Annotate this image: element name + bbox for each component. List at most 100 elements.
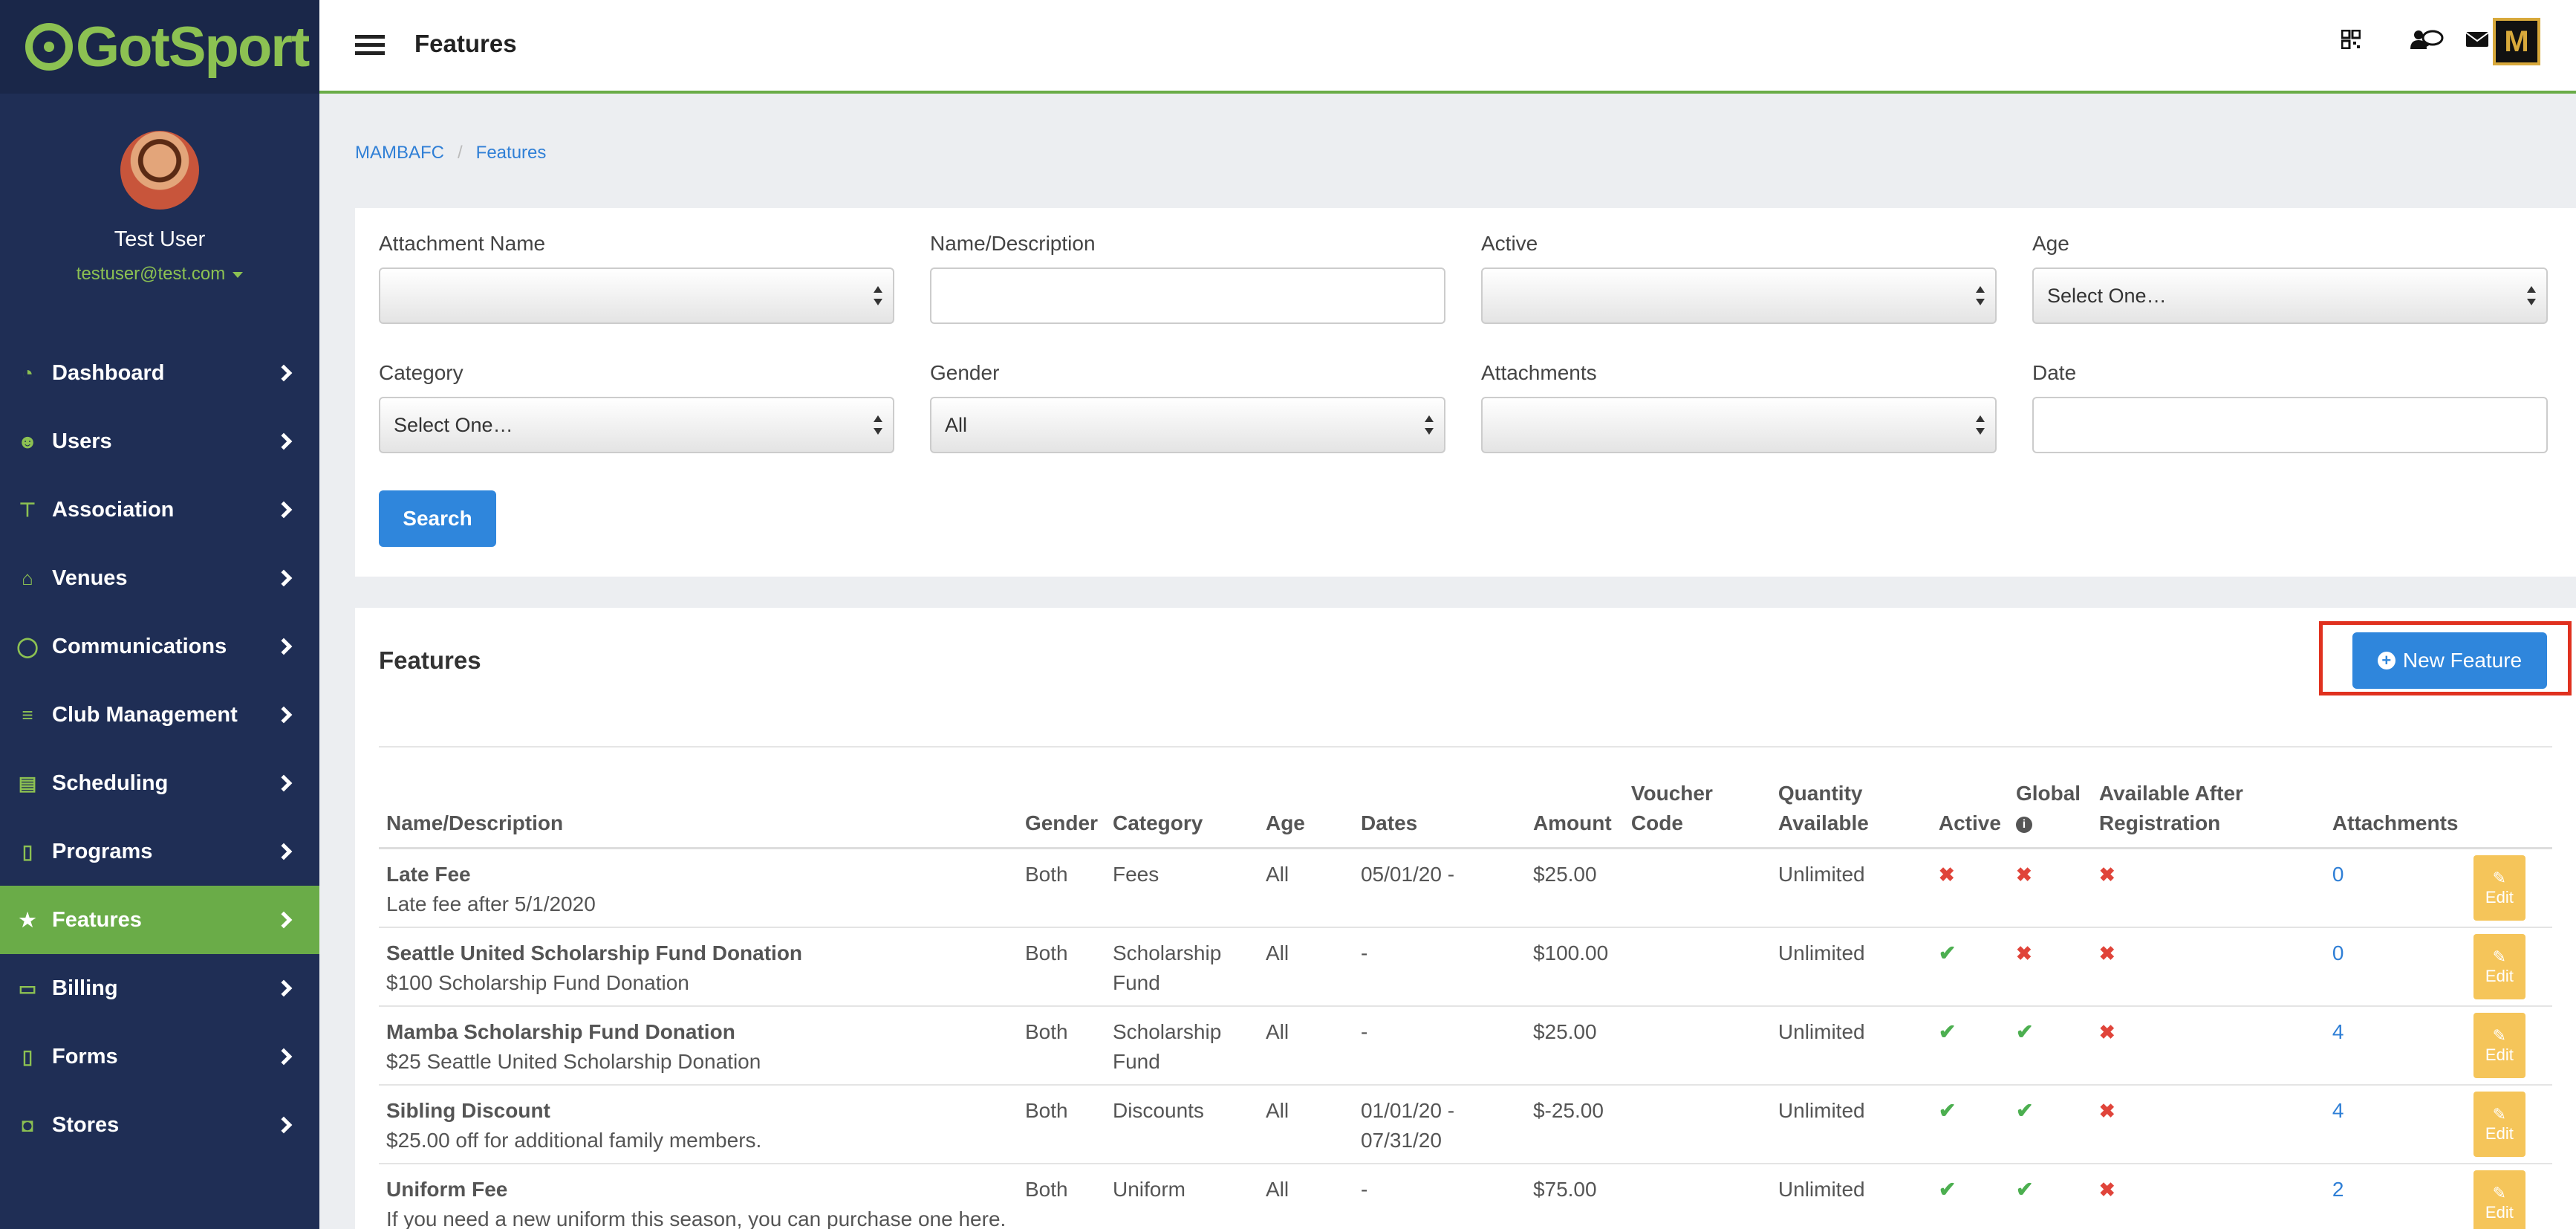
sidebar-item-stores[interactable]: ◘ Stores — [0, 1091, 319, 1159]
features-panel: Features + New Feature Name/Description G… — [355, 608, 2576, 1229]
col-quantity-available[interactable]: Quantity Available — [1770, 779, 1931, 849]
edit-button[interactable]: ✎ Edit — [2473, 933, 2525, 999]
cell-actions: ✎ Edit — [2465, 848, 2552, 928]
info-icon[interactable]: i — [2015, 816, 2032, 833]
check-icon: ✔ — [2015, 1098, 2034, 1122]
date-input[interactable] — [2032, 397, 2548, 453]
col-available-after-registration[interactable]: Available After Registration — [2091, 779, 2325, 849]
users-icon: ☻ — [17, 429, 38, 453]
hamburger-menu-icon[interactable] — [355, 35, 385, 56]
attachments-link[interactable]: 0 — [2332, 941, 2344, 964]
x-icon: ✖ — [2098, 1099, 2115, 1122]
active-select[interactable] — [1481, 267, 1997, 324]
cell-amount: $25.00 — [1525, 1005, 1624, 1086]
col-voucher-code[interactable]: Voucher Code — [1623, 779, 1771, 849]
chevron-right-icon — [275, 706, 293, 724]
document-icon: ▯ — [22, 1045, 33, 1068]
check-icon: ✔ — [1938, 1019, 1957, 1043]
breadcrumb: MAMBAFC / Features — [355, 143, 547, 163]
x-icon: ✖ — [2015, 941, 2032, 964]
category-select[interactable]: Select One… — [379, 397, 894, 453]
category-field: Category Select One… — [379, 361, 894, 453]
chat-icon[interactable] — [2421, 30, 2444, 54]
date-field: Date — [2032, 361, 2548, 453]
logo[interactable]: GotSport — [0, 0, 319, 94]
check-icon: ✔ — [2015, 1177, 2034, 1201]
star-icon: ★ — [19, 908, 36, 931]
sidebar-item-venues[interactable]: ⌂ Venues — [0, 544, 319, 612]
cell-active: ✔ — [1931, 1084, 2009, 1164]
cell-amount: $100.00 — [1525, 927, 1624, 1007]
select-arrows-icon — [2527, 286, 2536, 305]
edit-button[interactable]: ✎ Edit — [2473, 1170, 2525, 1229]
topbar: Features 25 M — [319, 0, 2576, 94]
cell-available-after: ✖ — [2091, 1084, 2325, 1164]
cell-category: Discounts — [1105, 1084, 1258, 1164]
sidebar-nav: ◔ Dashboard ☻ Users ⊤ Association ⌂ Venues ◯ Comm… — [0, 339, 319, 1159]
edit-label: Edit — [2485, 1123, 2514, 1143]
profile-name: Test User — [114, 227, 206, 251]
sidebar-item-label: Forms — [52, 1044, 118, 1069]
cell-actions: ✎ Edit — [2465, 927, 2552, 1007]
edit-button[interactable]: ✎ Edit — [2473, 1091, 2525, 1157]
col-global[interactable]: Global i — [2008, 779, 2092, 849]
sidebar-item-label: Billing — [52, 976, 118, 1000]
col-attachments[interactable]: Attachments — [2324, 779, 2466, 849]
attachments-link[interactable]: 0 — [2332, 863, 2344, 886]
edit-button[interactable]: ✎ Edit — [2473, 1012, 2525, 1078]
col-dates[interactable]: Dates — [1353, 779, 1526, 849]
sidebar-item-billing[interactable]: ▭ Billing — [0, 954, 319, 1022]
profile-email: testuser@test.com — [76, 264, 226, 284]
sidebar-item-association[interactable]: ⊤ Association — [0, 476, 319, 544]
sidebar-item-dashboard[interactable]: ◔ Dashboard — [0, 339, 319, 407]
col-category[interactable]: Category — [1105, 779, 1258, 849]
sidebar-item-forms[interactable]: ▯ Forms — [0, 1022, 319, 1091]
sidebar-item-programs[interactable]: ▯ Programs — [0, 817, 319, 886]
cell-gender: Both — [1017, 848, 1105, 928]
attachments-link[interactable]: 4 — [2332, 1099, 2344, 1122]
qrcode-icon[interactable] — [2341, 29, 2361, 54]
attachments-link[interactable]: 4 — [2332, 1020, 2344, 1043]
col-age[interactable]: Age — [1258, 779, 1353, 849]
cell-available-after: ✖ — [2091, 1163, 2325, 1229]
search-button[interactable]: Search — [379, 490, 496, 547]
chevron-right-icon — [275, 1048, 293, 1066]
profile-email-dropdown[interactable]: testuser@test.com — [0, 264, 319, 285]
name-description-input[interactable] — [930, 267, 1445, 324]
edit-button[interactable]: ✎ Edit — [2473, 855, 2525, 921]
list-icon: ≡ — [22, 703, 33, 726]
attachments-link[interactable]: 2 — [2332, 1178, 2344, 1201]
pencil-icon: ✎ — [2492, 1183, 2507, 1202]
col-gender[interactable]: Gender — [1017, 779, 1105, 849]
sidebar-item-communications[interactable]: ◯ Communications — [0, 612, 319, 681]
gender-select[interactable]: All — [930, 397, 1445, 453]
col-amount[interactable]: Amount — [1525, 779, 1624, 849]
attachments-select[interactable] — [1481, 397, 1997, 453]
breadcrumb-club[interactable]: MAMBAFC — [355, 143, 444, 163]
sidebar-item-club-management[interactable]: ≡ Club Management — [0, 681, 319, 749]
envelope-icon[interactable] — [2465, 30, 2489, 53]
sidebar-item-users[interactable]: ☻ Users — [0, 407, 319, 476]
cell-attachments: 4 — [2324, 1005, 2466, 1086]
select-arrows-icon — [874, 415, 882, 435]
age-select[interactable]: Select One… — [2032, 267, 2548, 324]
cell-global: ✔ — [2008, 1163, 2092, 1229]
sidebar-item-features[interactable]: ★ Features — [0, 886, 319, 954]
feature-description: If you need a new uniform this season, y… — [386, 1207, 1006, 1229]
sidebar-item-scheduling[interactable]: ▤ Scheduling — [0, 749, 319, 817]
avatar[interactable] — [120, 131, 199, 210]
new-feature-button[interactable]: + New Feature — [2352, 632, 2547, 689]
cell-dates: 01/01/20 -07/31/20 — [1353, 1084, 1526, 1164]
club-logo[interactable]: M — [2493, 18, 2540, 65]
col-active[interactable]: Active — [1931, 779, 2009, 849]
cell-available-after: ✖ — [2091, 927, 2325, 1007]
sidebar-item-label: Features — [52, 907, 142, 932]
cell-age: All — [1258, 1163, 1353, 1229]
check-icon: ✔ — [1938, 1177, 1957, 1201]
breadcrumb-features[interactable]: Features — [476, 143, 547, 163]
cell-age: All — [1258, 1005, 1353, 1086]
file-icon: ▯ — [22, 840, 33, 863]
col-name[interactable]: Name/Description — [379, 779, 1018, 849]
cell-dates: - — [1353, 1163, 1526, 1229]
attachment-name-select[interactable] — [379, 267, 894, 324]
